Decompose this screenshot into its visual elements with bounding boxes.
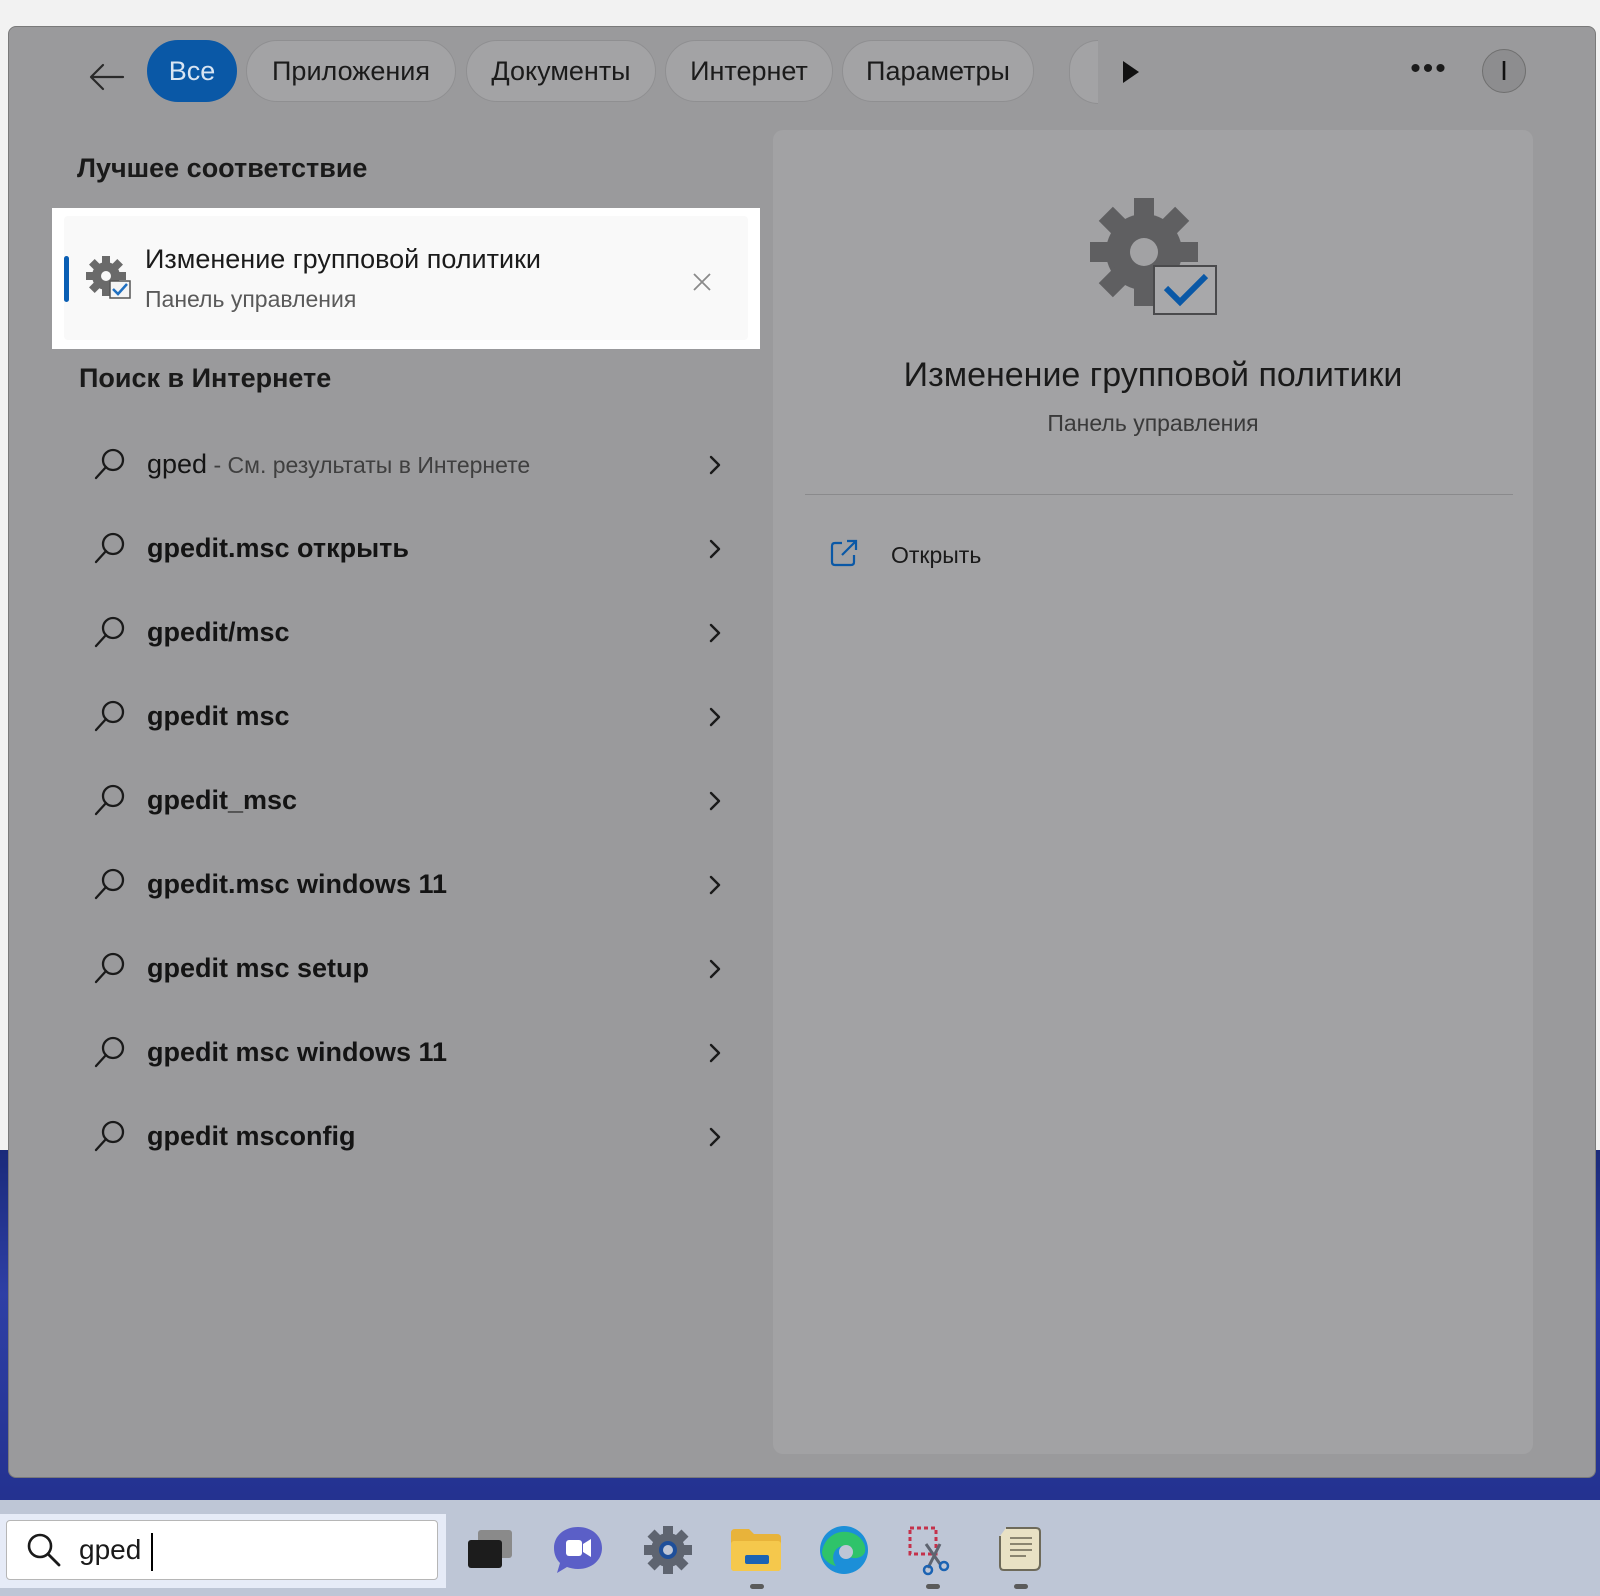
- web-result-text: gpedit msc setup: [147, 953, 370, 983]
- tab-apps[interactable]: Приложения: [246, 40, 456, 102]
- open-external-icon: [830, 539, 858, 567]
- preview-pane: Изменение групповой политики Панель упра…: [773, 130, 1533, 1454]
- web-result-item[interactable]: gpedit.msc открыть: [79, 509, 739, 593]
- tab-all[interactable]: Все: [147, 40, 237, 102]
- chevron-right-icon: [709, 959, 721, 979]
- running-indicator: [750, 1584, 764, 1589]
- folder-glyph: [731, 1529, 781, 1571]
- chevron-right-icon: [709, 1127, 721, 1147]
- task-view-glyph: [468, 1530, 512, 1568]
- chevron-right-icon: [709, 791, 721, 811]
- search-icon: [94, 448, 125, 480]
- web-result-text: gped - См. результаты в Интернете: [147, 449, 530, 480]
- snipping-glyph: [908, 1526, 950, 1576]
- best-match-highlight: Изменение групповой политики Панель упра…: [52, 208, 760, 349]
- web-result-item[interactable]: gped - См. результаты в Интернете: [79, 425, 739, 509]
- settings-icon[interactable]: [640, 1522, 696, 1578]
- back-button[interactable]: [85, 55, 129, 99]
- web-result-item[interactable]: gpedit_msc: [79, 761, 739, 845]
- chevron-right-icon: [709, 623, 721, 643]
- search-icon: [94, 532, 125, 564]
- search-icon: [94, 1036, 125, 1068]
- web-result-text: gpedit/msc: [147, 617, 290, 647]
- web-result-text: gpedit msc: [147, 701, 290, 731]
- best-match-subtitle: Панель управления: [145, 286, 357, 312]
- running-indicator: [926, 1584, 940, 1589]
- snipping-tool-icon[interactable]: [904, 1522, 960, 1578]
- scroll-glyph: [999, 1527, 1041, 1571]
- search-input[interactable]: [79, 1527, 409, 1573]
- web-result-query: gped: [147, 449, 208, 479]
- search-icon: [94, 1120, 125, 1152]
- best-match-title: Изменение групповой политики: [145, 244, 541, 274]
- search-icon: [94, 784, 125, 816]
- best-match-item[interactable]: Изменение групповой политики Панель упра…: [64, 216, 748, 340]
- chevron-right-icon: [709, 875, 721, 895]
- web-result-item[interactable]: gpedit msc setup: [79, 929, 739, 1013]
- running-indicator: [1014, 1584, 1028, 1589]
- chat-icon[interactable]: [550, 1522, 606, 1578]
- settings-gear-glyph: [644, 1526, 692, 1574]
- arrow-left-icon: [89, 63, 125, 91]
- edge-icon[interactable]: [816, 1522, 872, 1578]
- chat-glyph: [554, 1527, 602, 1573]
- group-policy-gear-check-icon: [86, 256, 131, 299]
- close-icon[interactable]: [690, 270, 714, 294]
- chevron-right-icon: [709, 455, 721, 475]
- taskbar: [0, 1500, 1600, 1596]
- text-caret: [151, 1533, 153, 1571]
- search-icon: [94, 700, 125, 732]
- web-result-hint: - См. результаты в Интернете: [207, 452, 531, 478]
- chevron-right-icon: [709, 707, 721, 727]
- task-view-icon[interactable]: [462, 1522, 518, 1578]
- web-search-heading: Поиск в Интернете: [79, 363, 332, 393]
- search-icon: [94, 616, 125, 648]
- web-result-text: gpedit_msc: [147, 785, 298, 815]
- notepad-scroll-icon[interactable]: [992, 1522, 1048, 1578]
- scroll-tabs-right-button[interactable]: [1119, 59, 1143, 85]
- search-icon: [94, 952, 125, 984]
- chevron-right-icon: [709, 1043, 721, 1063]
- group-policy-gear-check-icon: [1090, 198, 1217, 315]
- web-result-item[interactable]: gpedit msc: [79, 677, 739, 761]
- taskbar-search-box[interactable]: [6, 1520, 438, 1580]
- web-result-item[interactable]: gpedit msconfig: [79, 1097, 739, 1181]
- more-options-button[interactable]: •••: [1409, 49, 1449, 89]
- web-result-item[interactable]: gpedit.msc windows 11: [79, 845, 739, 929]
- edge-glyph: [820, 1526, 868, 1574]
- preview-divider: [805, 494, 1513, 495]
- user-avatar[interactable]: I: [1482, 49, 1526, 93]
- search-filter-bar: Все Приложения Документы Интернет Параме…: [9, 27, 1595, 127]
- tab-overflow-fade: [1069, 40, 1098, 104]
- web-result-item[interactable]: gpedit msc windows 11: [79, 1013, 739, 1097]
- web-result-text: gpedit.msc windows 11: [147, 869, 448, 899]
- taskbar-search-area: [0, 1514, 446, 1588]
- selection-indicator: [64, 256, 69, 302]
- web-result-item[interactable]: gpedit/msc: [79, 593, 739, 677]
- search-icon: [94, 868, 125, 900]
- preview-subtitle: Панель управления: [1047, 410, 1259, 436]
- file-explorer-icon[interactable]: [728, 1522, 784, 1578]
- search-icon: [27, 1533, 61, 1567]
- best-match-heading: Лучшее соответствие: [77, 153, 368, 183]
- tab-settings[interactable]: Параметры: [842, 40, 1034, 102]
- open-button[interactable]: Открыть: [821, 530, 1041, 582]
- web-result-text: gpedit msc windows 11: [147, 1037, 448, 1067]
- open-label: Открыть: [891, 542, 982, 568]
- search-panel: Все Приложения Документы Интернет Параме…: [8, 26, 1596, 1478]
- web-result-text: gpedit.msc открыть: [147, 533, 409, 563]
- web-result-text: gpedit msconfig: [147, 1121, 356, 1151]
- preview-title: Изменение групповой политики: [903, 356, 1403, 394]
- play-arrow-icon: [1123, 61, 1139, 83]
- tab-web[interactable]: Интернет: [665, 40, 833, 102]
- chevron-right-icon: [709, 539, 721, 559]
- tab-documents[interactable]: Документы: [466, 40, 656, 102]
